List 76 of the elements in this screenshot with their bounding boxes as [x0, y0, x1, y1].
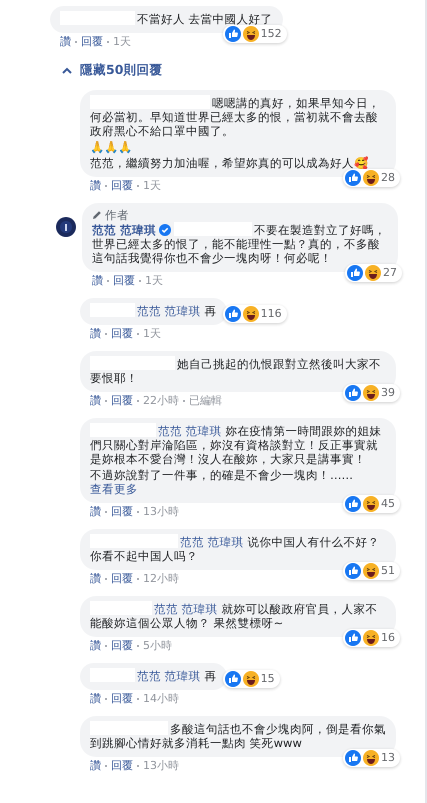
laughing-face-icon	[363, 563, 379, 579]
reaction-count[interactable]: 45	[343, 495, 400, 513]
comment-text: 她自己挑起的仇恨跟對立然後叫大家不要恨耶！	[90, 356, 382, 385]
reply-link[interactable]: 回覆	[111, 327, 133, 340]
reaction-count[interactable]: 116	[222, 305, 287, 323]
like-icon	[345, 563, 361, 579]
like-icon	[345, 496, 361, 512]
like-icon	[224, 26, 241, 42]
like-link[interactable]: 讚	[90, 692, 101, 705]
like-link[interactable]: 讚	[90, 394, 101, 407]
like-link[interactable]: 讚	[92, 274, 103, 287]
laughing-face-icon	[363, 170, 379, 186]
laughing-face-icon	[242, 26, 259, 42]
mention-link[interactable]: 范范 范瑋琪	[137, 669, 201, 683]
comment-text: 嗯嗯講的真好，如果早知今日，何必當初。早知道世界已經太多的恨，當初就不會去酸政府黑心不給口罩中國了。	[90, 95, 381, 138]
reply-link[interactable]: 回覆	[111, 692, 133, 705]
reply-link[interactable]: 回覆	[111, 394, 133, 407]
comment-text: 不當好人 去當中國人好了	[60, 11, 273, 26]
laughing-face-icon	[365, 265, 381, 281]
like-icon	[224, 306, 241, 322]
laughing-face-icon	[363, 385, 379, 401]
comment-text: 范范，繼續努力加油喔，希望妳真的可以成為好人🥰	[90, 156, 369, 170]
reply-link[interactable]: 回覆	[81, 35, 103, 48]
see-more-link[interactable]: 查看更多	[90, 482, 386, 496]
mention-link[interactable]: 范范 范瑋琪	[158, 424, 222, 438]
like-link[interactable]: 讚	[60, 35, 71, 48]
edited-label: 已編輯	[189, 394, 222, 407]
avatar[interactable]	[56, 217, 76, 237]
comment-text: 多酸這句話也不會少塊肉阿，倒是看你氣到跳腳心情好就多消耗一點肉 笑死www	[90, 721, 386, 750]
comment-text: 不過妳說對了一件事，的確是不會少一塊肉！……	[90, 468, 354, 482]
comment-text: 范范 范瑋琪 再	[90, 668, 217, 683]
like-icon	[345, 385, 361, 401]
reaction-count[interactable]: 16	[343, 629, 400, 647]
reaction-count[interactable]: 152	[222, 25, 287, 43]
like-link[interactable]: 讚	[90, 179, 101, 192]
mention-link[interactable]: 范范 范瑋琪	[137, 304, 201, 318]
laughing-face-icon	[363, 750, 379, 766]
reaction-count[interactable]: 13	[343, 749, 400, 767]
comment-text: 范范 范瑋琪 不要在製造對立了好嗎，世界已經太多的恨了，能不能理性一點？真的，不多酸這句話我覺得你也不會少一塊肉呀！何必呢！	[92, 222, 388, 265]
like-icon	[345, 750, 361, 766]
author-name[interactable]: 范范 范瑋琪	[92, 223, 156, 237]
reply-link[interactable]: 回覆	[113, 274, 135, 287]
like-link[interactable]: 讚	[90, 639, 101, 652]
reply-link[interactable]: 回覆	[111, 179, 133, 192]
comment-text: 范范 范瑋琪 妳在疫情第一時間跟妳的姐妹們只關心對岸淪陷區，妳沒有資格談對立！反正事實就是妳根本不愛台灣！沒人在酸妳，大家只是講事實！	[90, 423, 383, 466]
reply-link[interactable]: 回覆	[111, 572, 133, 585]
like-link[interactable]: 讚	[90, 327, 101, 340]
like-link[interactable]: 讚	[90, 759, 101, 772]
comment-text: 范范 范瑋琪 再	[90, 303, 217, 318]
reaction-count[interactable]: 28	[343, 169, 400, 187]
like-icon	[224, 671, 241, 687]
like-link[interactable]: 讚	[90, 505, 101, 518]
like-link[interactable]: 讚	[90, 572, 101, 585]
mention-link[interactable]: 范范 范瑋琪	[180, 535, 244, 549]
reply-link[interactable]: 回覆	[111, 505, 133, 518]
reaction-count[interactable]: 27	[345, 264, 402, 282]
reaction-count[interactable]: 39	[343, 384, 400, 402]
like-icon	[347, 265, 363, 281]
laughing-face-icon	[242, 671, 259, 687]
pencil-icon	[92, 210, 102, 220]
like-icon	[345, 170, 361, 186]
laughing-face-icon	[363, 496, 379, 512]
laughing-face-icon	[242, 306, 259, 322]
chevron-up-icon	[62, 67, 72, 74]
author-label: 作者	[105, 208, 129, 222]
reaction-count[interactable]: 15	[222, 670, 280, 688]
laughing-face-icon	[363, 630, 379, 646]
hide-replies-button[interactable]: 隱藏50則回覆	[62, 62, 425, 79]
reply-link[interactable]: 回覆	[111, 759, 133, 772]
reaction-count[interactable]: 51	[343, 562, 400, 580]
comment-text: 🙏🙏🙏	[90, 140, 133, 154]
like-icon	[345, 630, 361, 646]
comment-text: 范范 范瑋琪 说你中国人有什么不好？你看不起中国人吗？	[90, 534, 381, 563]
comment-text: 范范 范瑋琪 就妳可以酸政府官員，人家不能酸妳這個公眾人物？ 果然雙標呀~	[90, 601, 379, 630]
mention-link[interactable]: 范范 范瑋琪	[154, 602, 218, 616]
reply-link[interactable]: 回覆	[111, 639, 133, 652]
